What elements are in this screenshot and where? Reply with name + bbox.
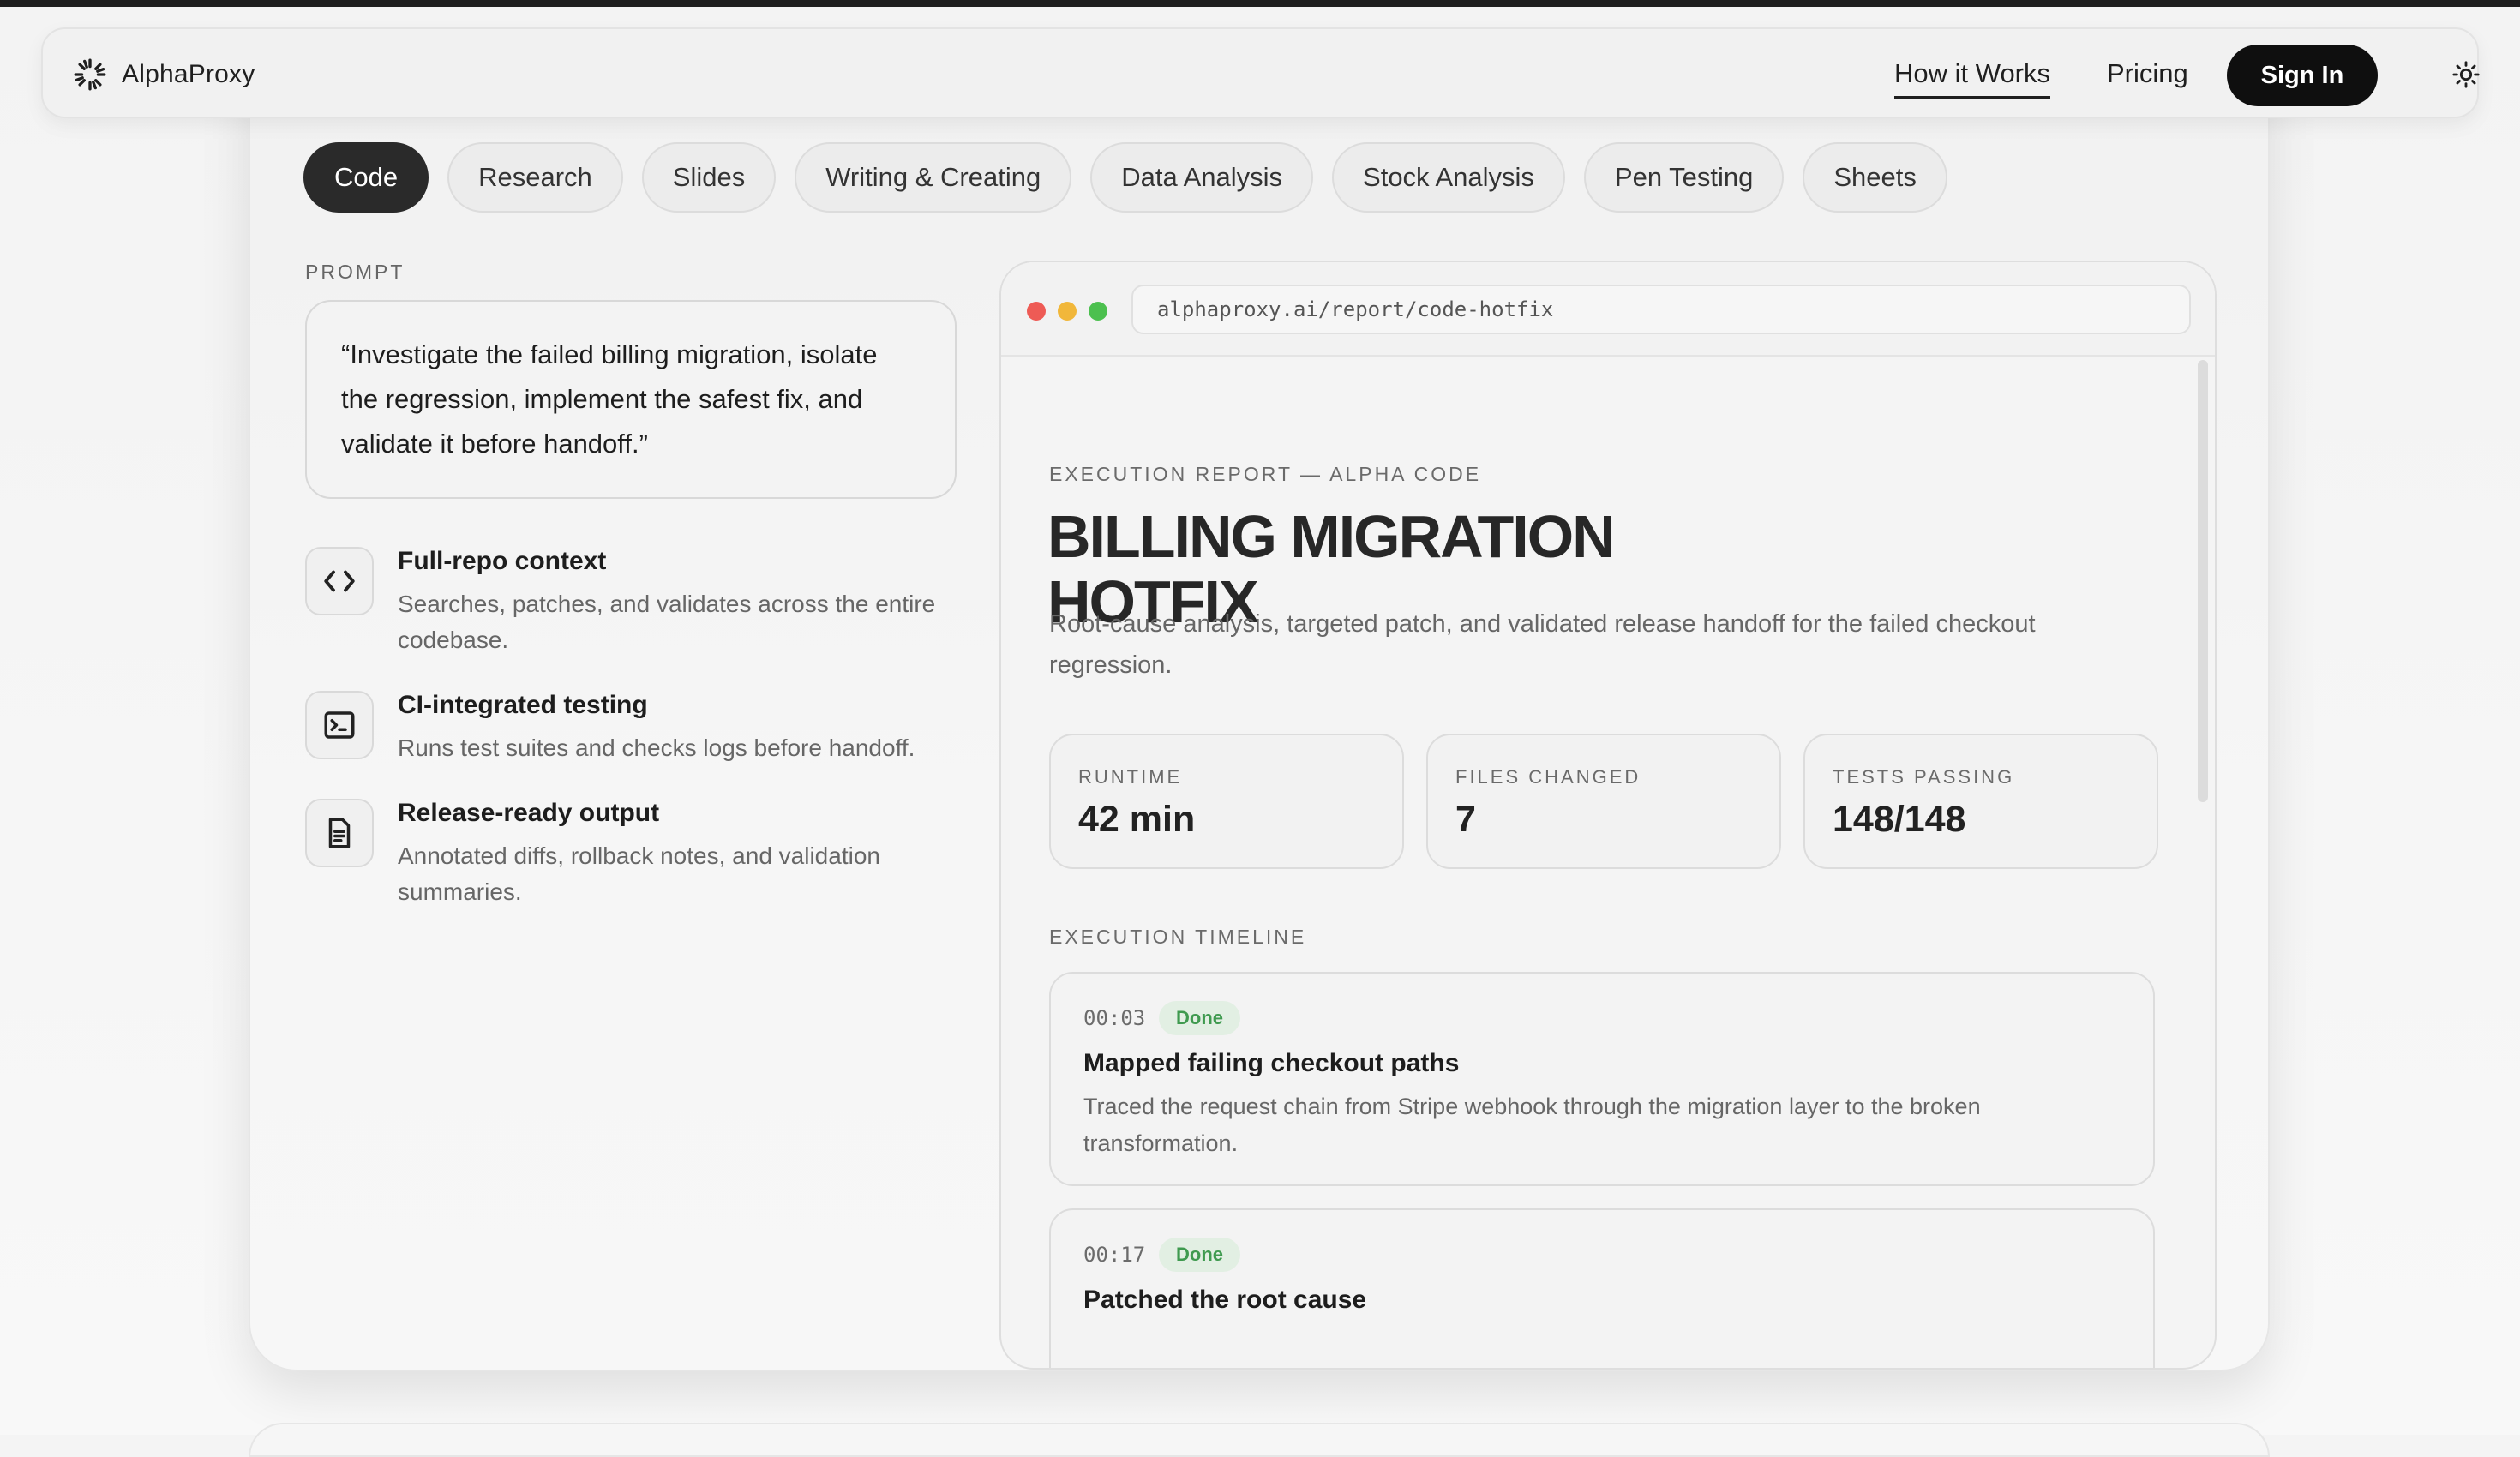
stat-label: RUNTIME bbox=[1078, 766, 1183, 788]
stat-value: 42 min bbox=[1078, 799, 1196, 840]
timeline-title: Mapped failing checkout paths bbox=[1083, 1049, 1460, 1077]
window-minimize-dot bbox=[1058, 302, 1077, 321]
feature-title: Full-repo context bbox=[398, 547, 607, 575]
prompt-label: PROMPT bbox=[305, 261, 405, 283]
tab-slides[interactable]: Slides bbox=[641, 142, 777, 213]
tab-data-analysis[interactable]: Data Analysis bbox=[1090, 142, 1314, 213]
terminal-icon bbox=[305, 691, 374, 759]
report-stats: RUNTIME 42 min FILES CHANGED 7 TESTS PAS… bbox=[1049, 734, 2158, 869]
stat-tests-passing: TESTS PASSING 148/148 bbox=[1803, 734, 2158, 869]
scrollbar-thumb[interactable] bbox=[2198, 360, 2208, 802]
feature-desc: Searches, patches, and validates across … bbox=[398, 591, 936, 653]
feature-desc: Runs test suites and checks logs before … bbox=[398, 734, 915, 761]
document-icon bbox=[305, 799, 374, 867]
timeline-desc: Traced the request chain from Stripe web… bbox=[1083, 1094, 1981, 1156]
sign-in-button[interactable]: Sign In bbox=[2227, 45, 2378, 106]
stat-files-changed: FILES CHANGED 7 bbox=[1426, 734, 1781, 869]
timeline-time: 00:03 bbox=[1083, 1006, 1146, 1030]
report-description: Root-cause analysis, targeted patch, and… bbox=[1049, 610, 2036, 679]
brand-name: AlphaProxy bbox=[122, 60, 255, 88]
tab-code[interactable]: Code bbox=[303, 142, 429, 213]
tab-stock-analysis[interactable]: Stock Analysis bbox=[1332, 142, 1565, 213]
feature-desc: Annotated diffs, rollback notes, and val… bbox=[398, 842, 880, 905]
report-eyebrow: EXECUTION REPORT — ALPHA CODE bbox=[1049, 463, 1482, 485]
browser-toolbar: alphaproxy.ai/report/code-hotfix bbox=[1001, 262, 2215, 357]
tab-pen-testing[interactable]: Pen Testing bbox=[1583, 142, 1785, 213]
status-badge: Done bbox=[1159, 1238, 1240, 1272]
prompt-text: “Investigate the failed billing migratio… bbox=[305, 300, 957, 499]
timeline-item: 00:03 Done Mapped failing checkout paths… bbox=[1049, 972, 2155, 1186]
category-tabs: Code Research Slides Writing & Creating … bbox=[303, 142, 1947, 213]
stat-label: TESTS PASSING bbox=[1833, 766, 2015, 788]
stat-value: 7 bbox=[1455, 799, 1476, 840]
brand[interactable]: AlphaProxy bbox=[72, 53, 255, 96]
top-navbar: AlphaProxy How it Works Pricing Sign In bbox=[41, 27, 2481, 118]
window-maximize-dot bbox=[1089, 302, 1107, 321]
burst-logo-icon bbox=[74, 58, 106, 91]
tab-sheets[interactable]: Sheets bbox=[1803, 142, 1947, 213]
stat-value: 148/148 bbox=[1833, 799, 1966, 840]
code-brackets-icon bbox=[305, 547, 374, 615]
feature-title: CI-integrated testing bbox=[398, 691, 648, 719]
top-strip bbox=[0, 0, 2520, 7]
nav-how-it-works[interactable]: How it Works bbox=[1894, 58, 2051, 99]
timeline-title: Patched the root cause bbox=[1083, 1286, 1367, 1314]
window-close-dot bbox=[1027, 302, 1046, 321]
tab-writing-creating[interactable]: Writing & Creating bbox=[795, 142, 1072, 213]
stat-runtime: RUNTIME 42 min bbox=[1049, 734, 1404, 869]
timeline-time: 00:17 bbox=[1083, 1243, 1146, 1267]
demo-card: Code Research Slides Writing & Creating … bbox=[249, 51, 2270, 1371]
stat-label: FILES CHANGED bbox=[1455, 766, 1641, 788]
feature-title: Release-ready output bbox=[398, 799, 660, 827]
next-section-card bbox=[249, 1423, 2270, 1457]
timeline-item: 00:17 Done Patched the root cause bbox=[1049, 1208, 2155, 1368]
sun-icon[interactable] bbox=[2451, 60, 2481, 89]
timeline-label: EXECUTION TIMELINE bbox=[1049, 926, 1307, 948]
tab-research[interactable]: Research bbox=[447, 142, 623, 213]
report-browser-window: alphaproxy.ai/report/code-hotfix EXECUTI… bbox=[999, 261, 2217, 1370]
nav-pricing[interactable]: Pricing bbox=[2107, 58, 2188, 96]
status-badge: Done bbox=[1159, 1001, 1240, 1035]
url-bar[interactable]: alphaproxy.ai/report/code-hotfix bbox=[1131, 285, 2191, 334]
